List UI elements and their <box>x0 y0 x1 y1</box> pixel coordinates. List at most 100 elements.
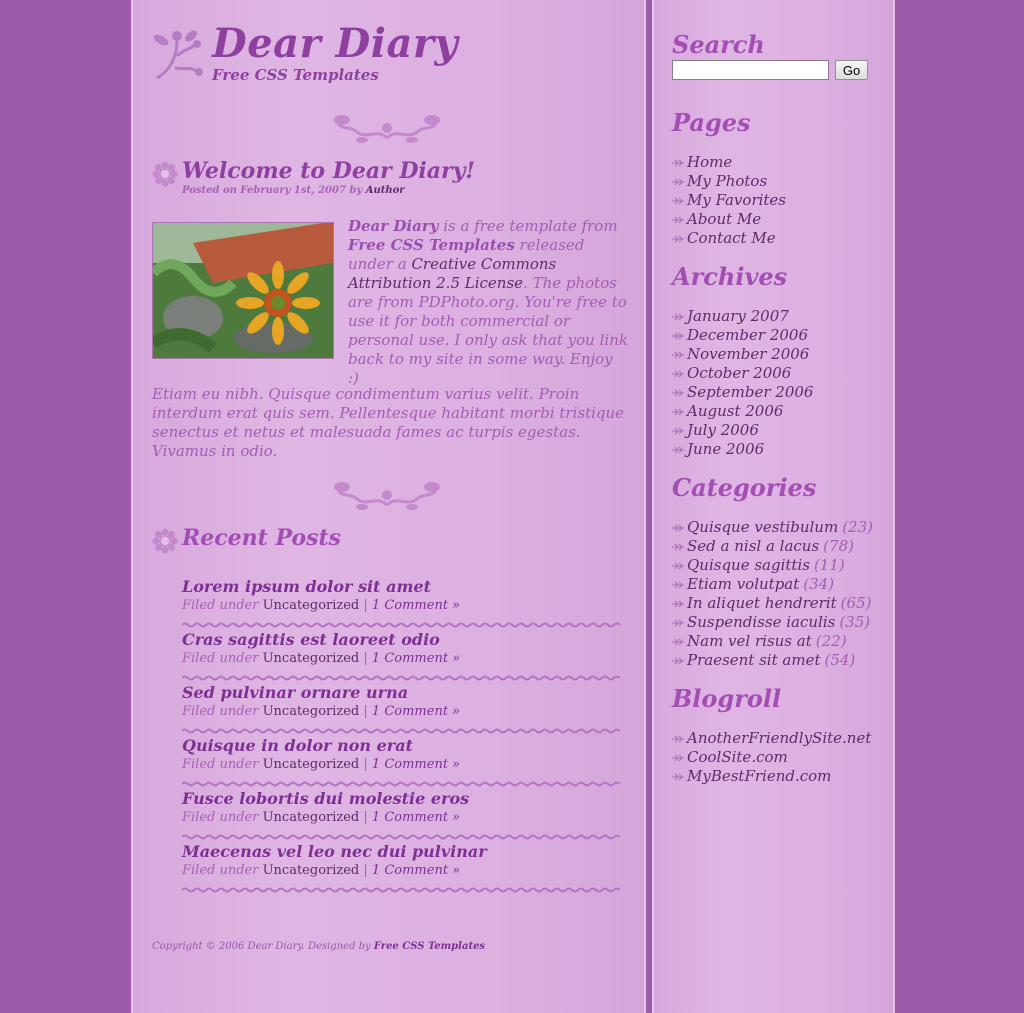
category-link[interactable]: Uncategorized <box>263 810 360 825</box>
sidebar-item-about-me[interactable]: About Me <box>672 210 786 229</box>
leaf-bullet-icon <box>672 446 684 453</box>
archive-item[interactable]: August 2006 <box>672 402 813 421</box>
post-author-link[interactable]: Author <box>366 185 405 196</box>
category-count: (54) <box>824 651 856 669</box>
blogroll-item[interactable]: MyBestFriend.com <box>672 767 871 786</box>
post-intro: Dear Diary is a free template from Free … <box>348 217 628 387</box>
archive-item[interactable]: December 2006 <box>672 326 813 345</box>
category-item[interactable]: In aliquet hendrerit (65) <box>672 594 873 613</box>
post-date: Posted on February 1st, 2007 by <box>182 185 366 196</box>
recent-post-title[interactable]: Maecenas vel leo nec dui pulvinar <box>182 842 487 861</box>
sidebar-item-my-favorites[interactable]: My Favorites <box>672 191 786 210</box>
sidebar-item-contact-me[interactable]: Contact Me <box>672 229 786 248</box>
category-item[interactable]: Nam vel risus at (22) <box>672 632 873 651</box>
wavy-divider-icon <box>181 728 621 734</box>
category-link[interactable]: Uncategorized <box>263 863 360 878</box>
copyright: Copyright © 2006 Dear Diary. Designed by… <box>152 941 486 952</box>
wavy-divider-icon <box>181 781 621 787</box>
pages-heading: Pages <box>672 108 751 137</box>
post-meta: Posted on February 1st, 2007 by Author <box>182 185 405 196</box>
comments-link[interactable]: 1 Comment » <box>372 757 460 772</box>
blogroll-item[interactable]: CoolSite.com <box>672 748 871 767</box>
comments-link[interactable]: 1 Comment » <box>372 863 460 878</box>
site-title[interactable]: Dear Diary <box>212 20 458 67</box>
pages-list: Home My Photos My Favorites About Me Con… <box>672 153 786 248</box>
leaf-bullet-icon <box>672 562 684 569</box>
leaf-bullet-icon <box>672 619 684 626</box>
leaf-bullet-icon <box>672 600 684 607</box>
wavy-divider-icon <box>181 675 621 681</box>
leaf-bullet-icon <box>672 638 684 645</box>
search-input[interactable] <box>672 60 829 80</box>
archive-item[interactable]: July 2006 <box>672 421 813 440</box>
archive-item[interactable]: September 2006 <box>672 383 813 402</box>
leaf-bullet-icon <box>672 408 684 415</box>
category-count: (23) <box>842 518 873 536</box>
leaf-bullet-icon <box>672 773 684 780</box>
designer-link[interactable]: Free CSS Templates <box>374 941 485 952</box>
leaf-bullet-icon <box>672 313 684 320</box>
leaf-bullet-icon <box>672 543 684 550</box>
post-photo <box>152 222 334 359</box>
wavy-divider-icon <box>181 622 621 628</box>
recent-post-title[interactable]: Quisque in dolor non erat <box>182 736 413 755</box>
blogroll-heading: Blogroll <box>672 684 782 713</box>
archive-item[interactable]: November 2006 <box>672 345 813 364</box>
blogroll-item[interactable]: AnotherFriendlySite.net <box>672 729 871 748</box>
daisy-icon <box>152 161 178 187</box>
free-css-link[interactable]: Free CSS Templates <box>348 236 515 254</box>
comments-link[interactable]: 1 Comment » <box>372 810 460 825</box>
sidebar-item-my-photos[interactable]: My Photos <box>672 172 786 191</box>
category-link[interactable]: Uncategorized <box>263 704 360 719</box>
category-item[interactable]: Quisque sagittis (11) <box>672 556 873 575</box>
recent-post-item: Sed pulvinar ornare urna Filed under Unc… <box>181 683 622 738</box>
leaf-bullet-icon <box>672 427 684 434</box>
leaf-bullet-icon <box>672 735 684 742</box>
archives-heading: Archives <box>672 262 788 291</box>
comments-link[interactable]: 1 Comment » <box>372 651 460 666</box>
category-count: (34) <box>803 575 835 593</box>
recent-post-title[interactable]: Cras sagittis est laoreet odio <box>182 630 440 649</box>
wavy-divider-icon <box>181 887 621 893</box>
category-link[interactable]: Uncategorized <box>263 598 360 613</box>
category-count: (11) <box>813 556 845 574</box>
category-item[interactable]: Praesent sit amet (54) <box>672 651 873 670</box>
post-paragraph: Etiam eu nibh. Quisque condimentum variu… <box>152 385 625 460</box>
comments-link[interactable]: 1 Comment » <box>372 704 460 719</box>
leaf-bullet-icon <box>672 657 684 664</box>
sidebar-item-home[interactable]: Home <box>672 153 786 172</box>
archive-item[interactable]: June 2006 <box>672 440 813 459</box>
leaf-bullet-icon <box>672 524 684 531</box>
recent-post-title[interactable]: Fusce lobortis dui molestie eros <box>182 789 469 808</box>
leaf-bullet-icon <box>672 235 684 242</box>
comments-link[interactable]: 1 Comment » <box>372 598 460 613</box>
leaf-bullet-icon <box>672 332 684 339</box>
recent-post-item: Quisque in dolor non erat Filed under Un… <box>181 736 622 791</box>
post-title[interactable]: Welcome to Dear Diary! <box>182 158 475 184</box>
category-item[interactable]: Quisque vestibulum (23) <box>672 518 873 537</box>
recent-posts-heading: Recent Posts <box>182 525 342 551</box>
flourish-divider-icon <box>334 115 440 143</box>
search-go-button[interactable]: Go <box>835 60 868 80</box>
recent-post-item: Fusce lobortis dui molestie eros Filed u… <box>181 789 622 844</box>
leaf-bullet-icon <box>672 216 684 223</box>
flower-logo-icon <box>153 30 203 80</box>
archive-item[interactable]: January 2007 <box>672 307 813 326</box>
category-item[interactable]: Sed a nisl a lacus (78) <box>672 537 873 556</box>
blogroll-list: AnotherFriendlySite.net CoolSite.com MyB… <box>672 729 871 786</box>
category-count: (22) <box>815 632 847 650</box>
site-subtitle: Free CSS Templates <box>212 66 379 84</box>
category-item[interactable]: Etiam volutpat (34) <box>672 575 873 594</box>
recent-post-title[interactable]: Sed pulvinar ornare urna <box>182 683 408 702</box>
leaf-bullet-icon <box>672 159 684 166</box>
recent-post-item: Cras sagittis est laoreet odio Filed und… <box>181 630 622 685</box>
search-heading: Search <box>672 30 765 59</box>
category-item[interactable]: Suspendisse iaculis (35) <box>672 613 873 632</box>
recent-post-title[interactable]: Lorem ipsum dolor sit amet <box>182 577 431 596</box>
archive-item[interactable]: October 2006 <box>672 364 813 383</box>
archives-list: January 2007 December 2006 November 2006… <box>672 307 813 459</box>
category-link[interactable]: Uncategorized <box>263 757 360 772</box>
leaf-bullet-icon <box>672 389 684 396</box>
category-link[interactable]: Uncategorized <box>263 651 360 666</box>
leaf-bullet-icon <box>672 581 684 588</box>
